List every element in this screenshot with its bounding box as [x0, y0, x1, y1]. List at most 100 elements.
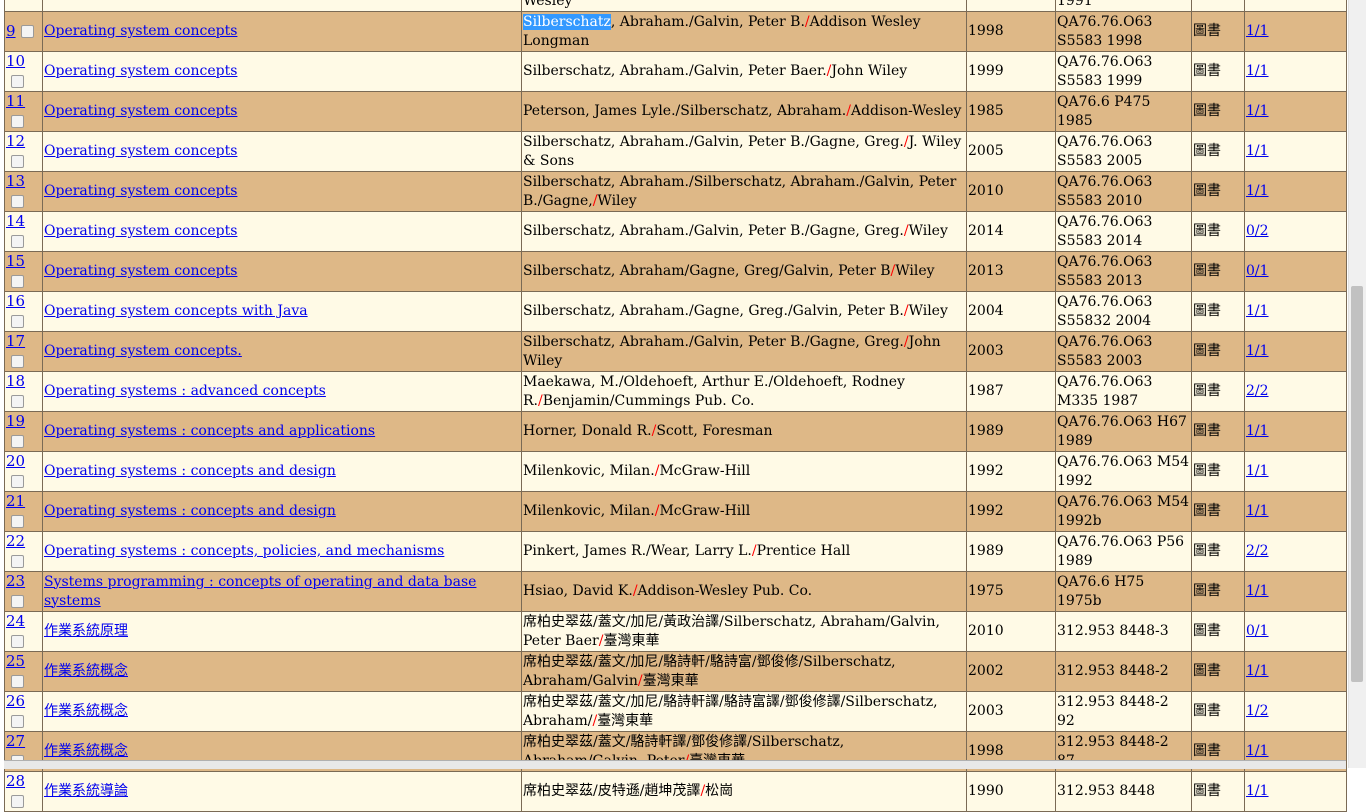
publisher-text: Addison-Wesley: [850, 103, 962, 119]
title-link[interactable]: Operating system concepts: [44, 223, 237, 239]
availability-link[interactable]: 1/1: [1246, 303, 1269, 319]
record-number-link[interactable]: 19: [6, 413, 25, 431]
title-link[interactable]: Operating systems : concepts, policies, …: [44, 543, 444, 559]
availability-link[interactable]: 1/1: [1246, 783, 1269, 799]
record-number-link[interactable]: 20: [6, 453, 25, 471]
select-checkbox[interactable]: [11, 555, 24, 568]
availability-link[interactable]: 2/2: [1246, 543, 1269, 559]
title-link[interactable]: Operating systems : concepts and design: [44, 503, 336, 519]
no-cell: 18: [4, 371, 43, 412]
select-checkbox[interactable]: [11, 315, 24, 328]
record-number-link[interactable]: 25: [6, 653, 25, 671]
record-number-link[interactable]: 12: [6, 133, 25, 151]
select-checkbox[interactable]: [11, 675, 24, 688]
title-link[interactable]: 作業系統概念: [44, 703, 128, 719]
record-number-link[interactable]: 28: [6, 773, 25, 791]
record-number-link[interactable]: 14: [6, 213, 25, 231]
select-checkbox[interactable]: [11, 635, 24, 648]
record-number-link[interactable]: 17: [6, 333, 25, 351]
select-checkbox[interactable]: [11, 515, 24, 528]
record-number-link[interactable]: 10: [6, 53, 25, 71]
select-checkbox[interactable]: [11, 595, 24, 608]
select-checkbox[interactable]: [11, 115, 24, 128]
availability-link[interactable]: 1/1: [1246, 63, 1269, 79]
title-link[interactable]: 作業系統概念: [44, 663, 128, 679]
title-link[interactable]: Operating system concepts: [44, 103, 237, 119]
title-link[interactable]: Operating systems : advanced concepts: [44, 383, 326, 399]
record-number-link[interactable]: 22: [6, 533, 25, 551]
select-checkbox[interactable]: [11, 235, 24, 248]
select-checkbox[interactable]: [11, 475, 24, 488]
author-text: Silberschatz, Abraham./Silberschatz, Abr…: [523, 173, 957, 209]
availability-cell: 1/1: [1244, 771, 1347, 812]
year-cell: 1992: [966, 491, 1056, 532]
results-table: Wesley 1991 9 Operating system concepts Si…: [4, 0, 1347, 812]
no-cell: 10: [4, 51, 43, 92]
availability-link[interactable]: 1/1: [1246, 423, 1269, 439]
table-row: 28 作業系統導論 席柏史翠茲/皮特遜/趙坤茂譯/松崗 1990 312.953 844…: [4, 771, 1347, 812]
title-link[interactable]: Operating systems : concepts and applica…: [44, 423, 375, 439]
year-cell: 1985: [966, 91, 1056, 132]
availability-link[interactable]: 1/1: [1246, 503, 1269, 519]
availability-link[interactable]: 1/1: [1246, 183, 1269, 199]
select-checkbox[interactable]: [11, 355, 24, 368]
record-number-link[interactable]: 21: [6, 493, 25, 511]
availability-link[interactable]: 1/1: [1246, 103, 1269, 119]
year-cell: 1987: [966, 371, 1056, 412]
title-link[interactable]: Operating system concepts with Java: [44, 303, 308, 319]
year-cell: 2010: [966, 171, 1056, 212]
author-text: Milenkovic, Milan.: [523, 503, 655, 519]
select-checkbox[interactable]: [11, 435, 24, 448]
select-checkbox[interactable]: [11, 395, 24, 408]
record-number-link[interactable]: 23: [6, 573, 25, 591]
record-number-link[interactable]: 24: [6, 613, 25, 631]
availability-link[interactable]: 1/1: [1246, 23, 1269, 39]
record-number-link[interactable]: 15: [6, 253, 25, 271]
title-link[interactable]: Operating system concepts: [44, 183, 237, 199]
availability-link[interactable]: 1/1: [1246, 463, 1269, 479]
title-link[interactable]: Operating systems : concepts and design: [44, 463, 336, 479]
select-checkbox[interactable]: [11, 155, 24, 168]
record-number-link[interactable]: 11: [6, 93, 25, 111]
title-link[interactable]: 作業系統原理: [44, 623, 128, 639]
select-checkbox[interactable]: [11, 195, 24, 208]
title-link[interactable]: 作業系統概念: [44, 743, 128, 759]
no-cell: 25: [4, 651, 43, 692]
availability-link[interactable]: 0/1: [1246, 623, 1269, 639]
availability-link[interactable]: 1/1: [1246, 343, 1269, 359]
record-number-link[interactable]: 13: [6, 173, 25, 191]
select-checkbox[interactable]: [11, 275, 24, 288]
scrollbar-thumb[interactable]: [1351, 286, 1363, 682]
availability-link[interactable]: 1/1: [1246, 743, 1269, 759]
availability-link[interactable]: 1/1: [1246, 583, 1269, 599]
record-number-link[interactable]: 26: [6, 693, 25, 711]
select-checkbox[interactable]: [20, 24, 34, 38]
availability-link[interactable]: 1/1: [1246, 663, 1269, 679]
availability-link[interactable]: 2/2: [1246, 383, 1269, 399]
title-link[interactable]: Operating system concepts: [44, 63, 237, 79]
author-text: Silberschatz, Abraham./Gagne, Greg./Galv…: [523, 303, 904, 319]
record-number-link[interactable]: 9: [6, 22, 16, 40]
title-link[interactable]: Systems programming : concepts of operat…: [44, 574, 476, 609]
call-number-cell: QA76.6 P475 1985: [1055, 91, 1192, 132]
availability-link[interactable]: 1/1: [1246, 143, 1269, 159]
type-cell: [1191, 0, 1245, 12]
select-checkbox[interactable]: [11, 795, 24, 808]
select-checkbox[interactable]: [11, 75, 24, 88]
title-link[interactable]: Operating system concepts.: [44, 343, 242, 359]
publisher-text: Addison-Wesley Pub. Co.: [637, 583, 813, 599]
title-link[interactable]: Operating system concepts: [44, 23, 237, 39]
availability-link[interactable]: 0/2: [1246, 223, 1269, 239]
title-link[interactable]: 作業系統導論: [44, 783, 128, 799]
availability-cell: 1/1: [1244, 131, 1347, 172]
material-type-cell: 圖書: [1191, 651, 1245, 692]
record-number-link[interactable]: 16: [6, 293, 25, 311]
select-checkbox[interactable]: [11, 715, 24, 728]
call-number-cell: QA76.76.O63 S5583 2014: [1055, 211, 1192, 252]
title-link[interactable]: Operating system concepts: [44, 263, 237, 279]
availability-link[interactable]: 1/2: [1246, 703, 1269, 719]
title-link[interactable]: Operating system concepts: [44, 143, 237, 159]
record-number-link[interactable]: 18: [6, 373, 25, 391]
record-number-link[interactable]: 27: [6, 733, 25, 751]
availability-link[interactable]: 0/1: [1246, 263, 1269, 279]
